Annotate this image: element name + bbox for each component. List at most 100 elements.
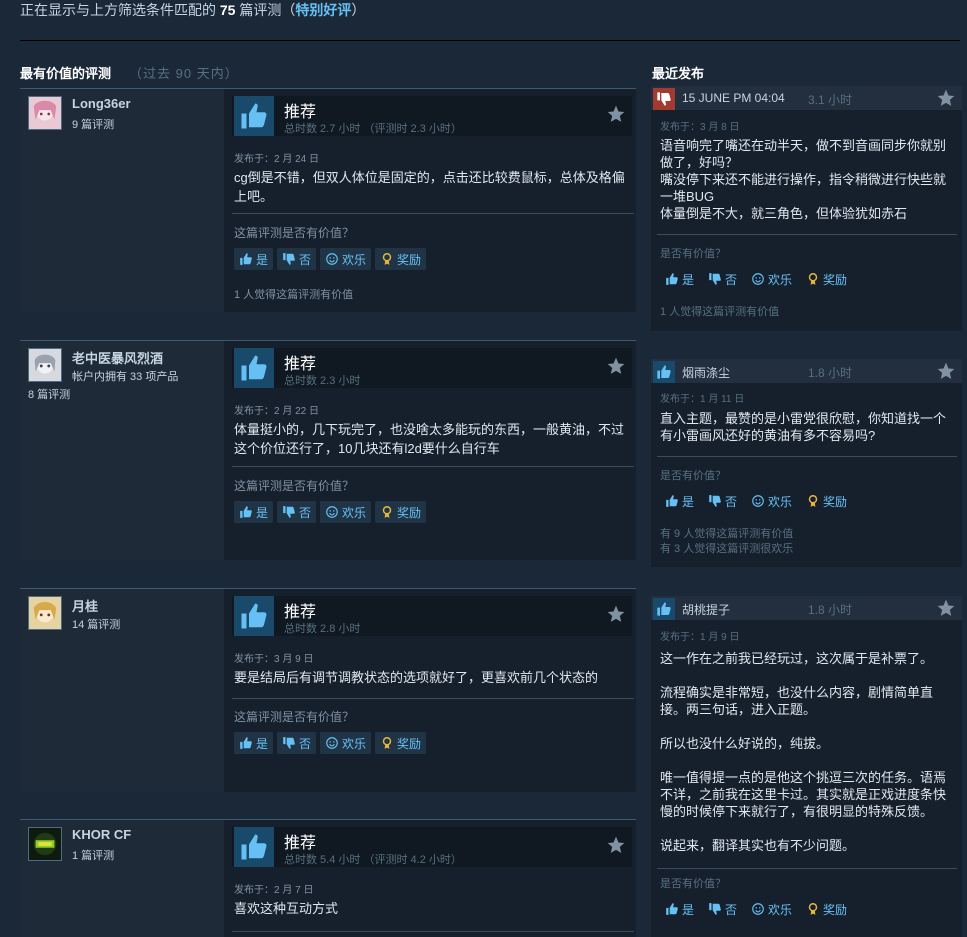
author-name[interactable]: 老中医暴风烈酒: [72, 348, 163, 367]
vote-no-button[interactable]: 否: [277, 732, 317, 754]
playtime: 总时数 2.7 小时 （评测时 2.3 小时）: [284, 123, 462, 135]
vote-header[interactable]: 推荐 总时数 2.3 小时: [232, 348, 632, 388]
award-button[interactable]: 奖励: [375, 248, 427, 270]
thumbs-down-icon: [708, 902, 722, 916]
award-star-icon[interactable]: [606, 356, 626, 376]
award-icon: [380, 505, 394, 519]
vote-no-button[interactable]: 否: [704, 898, 741, 920]
award-star-icon[interactable]: [606, 104, 626, 124]
vote-buttons: 是 否 欢乐 奖励: [234, 732, 427, 754]
vote-yes-button[interactable]: 是: [661, 898, 698, 920]
thumbs-down-icon: [282, 505, 296, 519]
review-paragraph: 唯一值得提一点的是他这个挑逗三次的任务。语焉不详，之前我在这里卡过。其实就是正戏…: [660, 770, 947, 819]
award-star-icon[interactable]: [606, 835, 626, 855]
vote-no-button[interactable]: 否: [704, 268, 741, 290]
vote-yes-button[interactable]: 是: [234, 732, 274, 754]
reviewer-name[interactable]: 15 JUNE PM 04:04: [682, 91, 785, 105]
award-button[interactable]: 奖励: [375, 732, 427, 754]
reviewer-name[interactable]: 胡桃提子: [682, 601, 730, 618]
author-review-count[interactable]: 8 篇评测: [28, 386, 70, 402]
author-name[interactable]: KHOR CF: [72, 827, 131, 842]
recent-review-header[interactable]: 烟雨涤尘 1.8 小时: [651, 359, 962, 383]
thumbs-up-icon: [665, 902, 679, 916]
award-button[interactable]: 奖励: [802, 898, 851, 920]
award-star-icon[interactable]: [936, 88, 956, 108]
thumbs-up-icon: [234, 596, 274, 636]
smile-icon: [751, 902, 765, 916]
vote-yes-label: 是: [256, 505, 269, 520]
posted-date: 发布于：2 月 24 日: [234, 154, 320, 165]
avatar[interactable]: [28, 827, 62, 861]
avatar[interactable]: [28, 596, 62, 630]
helpful-count: 1 人觉得这篇评测有价值: [234, 289, 354, 301]
vote-header[interactable]: 推荐 总时数 2.7 小时 （评测时 2.3 小时）: [232, 96, 632, 136]
vote-title: 推荐: [284, 356, 317, 373]
author-products[interactable]: 帐户内拥有 33 项产品: [72, 368, 178, 384]
review-card: 老中医暴风烈酒 帐户内拥有 33 项产品 8 篇评测 推荐 总时数 2.3 小时…: [20, 340, 636, 560]
review-card: KHOR CF 1 篇评测 推荐 总时数 5.4 小时 （评测时 4.2 小时）…: [20, 819, 636, 937]
summary-rating[interactable]: 特别好评: [295, 2, 351, 18]
vote-funny-button[interactable]: 欢乐: [320, 732, 372, 754]
vote-funny-button[interactable]: 欢乐: [747, 268, 796, 290]
vote-funny-label: 欢乐: [342, 736, 367, 751]
author-name[interactable]: 月桂: [72, 596, 98, 615]
vote-header[interactable]: 推荐 总时数 2.8 小时: [232, 596, 632, 636]
review-text: 直入主题，最赞的是小雷党很欣慰，你知道找一个有小雷画风还好的黄油有多不容易吗?: [660, 411, 947, 443]
vote-no-button[interactable]: 否: [277, 501, 317, 523]
helpful-count: 有 9 人觉得这篇评测有价值: [660, 528, 794, 540]
vote-no-button[interactable]: 否: [704, 490, 741, 512]
award-star-icon[interactable]: [936, 361, 956, 381]
vote-header[interactable]: 推荐 总时数 5.4 小时 （评测时 4.2 小时）: [232, 827, 632, 867]
award-star-icon[interactable]: [606, 604, 626, 624]
award-star-icon[interactable]: [936, 598, 956, 618]
author-review-count[interactable]: 9 篇评测: [72, 116, 114, 132]
author-review-count[interactable]: 1 篇评测: [72, 847, 114, 863]
vote-funny-label: 欢乐: [768, 272, 793, 287]
vote-no-label: 否: [299, 736, 312, 751]
thumbs-down-icon: [708, 494, 722, 508]
author-review-count[interactable]: 14 篇评测: [72, 616, 120, 632]
posted-date: 发布于：2 月 7 日: [234, 885, 314, 896]
vote-funny-button[interactable]: 欢乐: [747, 490, 796, 512]
recent-review-card: 胡桃提子 1.8 小时 发布于：1 月 9 日 这一作在之前我已经玩过，这次属于…: [651, 596, 962, 937]
playtime: 1.8 小时: [808, 366, 853, 380]
vote-yes-label: 是: [682, 494, 695, 509]
playtime: 总时数 2.8 小时: [284, 623, 361, 635]
vote-buttons: 是 否 欢乐 奖励: [234, 501, 427, 523]
award-label: 奖励: [397, 505, 422, 520]
vote-title: 推荐: [284, 104, 317, 121]
vote-yes-button[interactable]: 是: [234, 501, 274, 523]
vote-buttons: 是 否 欢乐 奖励: [234, 248, 427, 270]
award-label: 奖励: [823, 272, 848, 287]
author-name[interactable]: Long36er: [72, 96, 131, 111]
award-icon: [806, 902, 820, 916]
award-button[interactable]: 奖励: [375, 501, 427, 523]
recent-review-header[interactable]: 胡桃提子 1.8 小时: [651, 596, 962, 620]
thumbs-up-icon: [665, 272, 679, 286]
vote-yes-button[interactable]: 是: [234, 248, 274, 270]
vote-yes-button[interactable]: 是: [661, 268, 698, 290]
award-button[interactable]: 奖励: [802, 490, 851, 512]
smile-icon: [325, 505, 339, 519]
vote-funny-button[interactable]: 欢乐: [320, 248, 372, 270]
reviewer-name[interactable]: 烟雨涤尘: [682, 364, 730, 381]
posted-date: 发布于：2 月 22 日: [234, 406, 320, 417]
vote-yes-button[interactable]: 是: [661, 490, 698, 512]
review-paragraph: 这一作在之前我已经玩过，这次属于是补票了。: [660, 651, 934, 666]
vote-no-button[interactable]: 否: [277, 248, 317, 270]
playtime: 3.1 小时: [808, 93, 853, 107]
helpful-question: 这篇评测是否有价值？: [234, 479, 355, 493]
vote-title: 推荐: [284, 835, 317, 852]
recent-review-header[interactable]: 15 JUNE PM 04:04 3.1 小时: [651, 86, 962, 110]
award-button[interactable]: 奖励: [802, 268, 851, 290]
helpful-question: 是否有价值？: [660, 248, 726, 260]
vote-funny-button[interactable]: 欢乐: [747, 898, 796, 920]
thumbs-up-icon: [234, 96, 274, 136]
avatar[interactable]: [28, 348, 62, 382]
avatar[interactable]: [28, 96, 62, 130]
smile-icon: [325, 252, 339, 266]
recent-review-card: 15 JUNE PM 04:04 3.1 小时 发布于：3 月 8 日 语音响完…: [651, 86, 962, 331]
vote-funny-button[interactable]: 欢乐: [320, 501, 372, 523]
divider: [657, 868, 957, 869]
vote-funny-label: 欢乐: [768, 902, 793, 917]
